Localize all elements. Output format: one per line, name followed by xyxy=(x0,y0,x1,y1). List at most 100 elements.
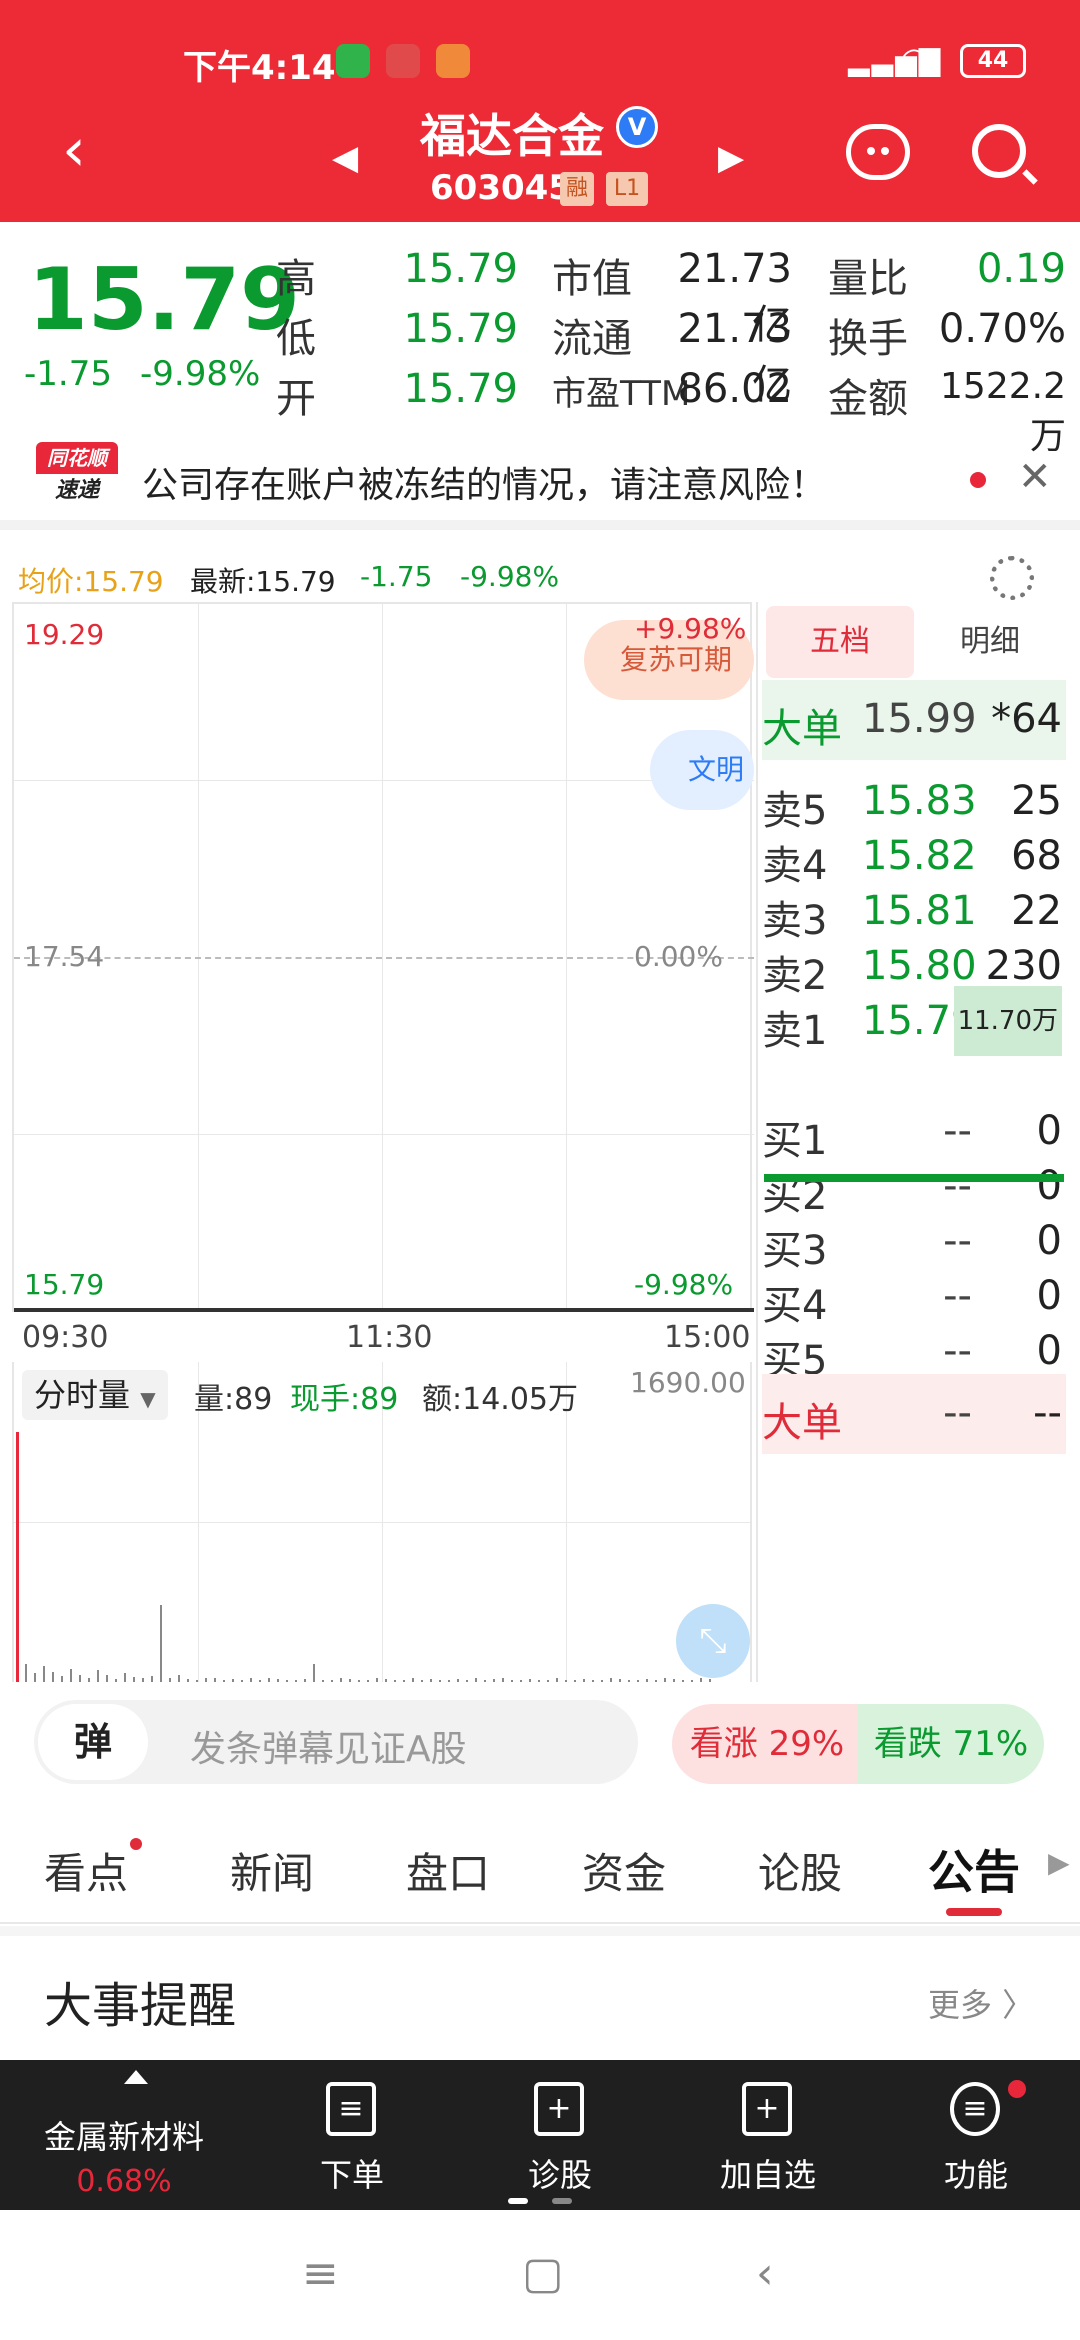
intraday-chart[interactable]: 19.29 17.54 15.79 0.00% -9.98% 复苏可期 +9.9… xyxy=(12,602,754,1312)
phone-app-icon xyxy=(336,44,370,78)
danmu-input[interactable]: 弹 发条弹幕见证A股 xyxy=(34,1700,638,1784)
search-icon[interactable] xyxy=(972,124,1026,178)
order-button[interactable]: ≡ 下单 xyxy=(252,2060,452,2210)
volume-bar xyxy=(376,1677,378,1682)
current-hand: 现手:89 xyxy=(290,1382,399,1417)
vote-up-button[interactable]: 看涨 29% xyxy=(672,1704,862,1784)
volume-bar xyxy=(196,1679,198,1682)
time-label: 11:30 xyxy=(346,1320,433,1355)
back-nav-icon[interactable]: ‹ xyxy=(756,2248,774,2299)
expand-icon[interactable]: ⤡ xyxy=(676,1604,750,1678)
open-value: 15.79 xyxy=(403,366,518,412)
big-sell-vol: *64 xyxy=(991,696,1062,742)
sector-pct: 0.68% xyxy=(76,2164,172,2199)
volume-bar xyxy=(673,1679,675,1682)
news-bubble[interactable]: 文明 xyxy=(650,730,754,810)
chevron-right-icon[interactable]: ▶ xyxy=(1048,1846,1070,1879)
pct-axis-mid: 0.00% xyxy=(634,940,723,973)
arrow-up-icon xyxy=(124,2070,148,2084)
diagnose-icon: + xyxy=(534,2082,584,2136)
volume-bar xyxy=(205,1678,207,1682)
settings-gear-icon[interactable] xyxy=(990,556,1034,600)
document-icon: ≡ xyxy=(326,2082,376,2136)
tab-five-levels[interactable]: 五档 xyxy=(766,606,914,678)
volume-bar xyxy=(574,1680,576,1682)
add-watchlist-button[interactable]: + 加自选 xyxy=(668,2060,868,2210)
volume-ratio-value: 0.19 xyxy=(976,246,1066,292)
volume-bar xyxy=(547,1679,549,1682)
close-icon[interactable]: ✕ xyxy=(1018,454,1052,500)
tab-news[interactable]: 新闻 xyxy=(230,1840,314,1901)
volume-bar xyxy=(61,1676,63,1682)
volume-bar xyxy=(88,1677,90,1682)
danmu-placeholder: 发条弹幕见证A股 xyxy=(190,1729,467,1770)
back-icon[interactable]: ‹ xyxy=(62,120,86,180)
volume-bar xyxy=(466,1680,468,1682)
volume-panel[interactable]: 分时量 ▼ 量:89 现手:89 额:14.05万 1690.00 xyxy=(12,1362,752,1682)
tab-funds[interactable]: 资金 xyxy=(582,1840,666,1901)
order-book-tabs: 五档 明细 xyxy=(766,606,1066,678)
big-buy-label: 大单 xyxy=(762,1400,842,1446)
risk-notice[interactable]: 同花顺 速递 公司存在账户被冻结的情况，请注意风险！ ✕ xyxy=(0,440,1080,530)
turnover-label: 换手 xyxy=(828,316,908,362)
tab-announcements[interactable]: 公告 xyxy=(928,1836,1020,1902)
tab-highlights[interactable]: 看点 xyxy=(44,1840,128,1901)
sector-indicator[interactable]: 金属新材料 0.68% xyxy=(24,2060,224,2210)
low-label: 低 xyxy=(276,316,316,362)
robot-icon[interactable] xyxy=(846,124,910,180)
volume-value: 量:89 xyxy=(194,1382,273,1417)
ask-vol: 11.70万 xyxy=(953,986,1062,1056)
menu-icon[interactable]: ≡ xyxy=(302,2248,339,2299)
volume-bar xyxy=(484,1679,486,1682)
volume-bar xyxy=(385,1679,387,1682)
volume-ratio-label: 量比 xyxy=(828,256,908,302)
bottom-action-bar: 金属新材料 0.68% ≡ 下单 + 诊股 + 加自选 ≡ 功能 xyxy=(0,2060,1080,2210)
diagnose-button[interactable]: + 诊股 xyxy=(460,2060,660,2210)
prev-stock-icon[interactable]: ◀ xyxy=(332,138,358,178)
tab-discussion[interactable]: 论股 xyxy=(758,1840,842,1901)
grid-line xyxy=(14,780,754,781)
volume-bar xyxy=(133,1676,135,1682)
home-icon[interactable]: ▢ xyxy=(522,2248,564,2299)
volume-bar xyxy=(223,1679,225,1682)
volume-bar xyxy=(322,1680,324,1682)
volume-bar xyxy=(367,1679,369,1682)
shop-app-icon xyxy=(436,44,470,78)
volume-bar xyxy=(187,1679,189,1682)
more-link[interactable]: 更多 〉 xyxy=(928,1980,1034,2026)
logo-bottom-text: 速递 xyxy=(36,474,118,508)
market-cap-label: 市值 xyxy=(552,256,632,302)
tab-detail[interactable]: 明细 xyxy=(916,606,1064,678)
volume-selector[interactable]: 分时量 ▼ xyxy=(22,1370,168,1420)
content-tabs: 看点 新闻 盘口 资金 论股 公告 ▶ xyxy=(0,1820,1080,1924)
volume-bar xyxy=(16,1432,19,1682)
volume-bar xyxy=(556,1678,558,1682)
volume-bar xyxy=(241,1680,243,1682)
volume-bar xyxy=(691,1680,693,1682)
volume-bar xyxy=(439,1680,441,1682)
level-tag: L1 xyxy=(606,172,648,206)
order-book-divider xyxy=(764,1174,1064,1182)
unread-dot xyxy=(970,472,986,488)
logo-top-text: 同花顺 xyxy=(36,442,118,474)
section-divider xyxy=(0,1926,1080,1936)
diagnose-label: 诊股 xyxy=(527,2156,592,2194)
app-header: 下午4:14 ▂▃▅▇ ◠ 44 ‹ ◀ 福达合金 V ▶ 603045 融 L… xyxy=(0,0,1080,222)
ask-label: 卖1 xyxy=(762,1008,828,1054)
vote-down-button[interactable]: 看跌 71% xyxy=(858,1704,1044,1784)
next-stock-icon[interactable]: ▶ xyxy=(718,138,744,178)
volume-bar xyxy=(259,1679,261,1682)
avg-price: 均价:15.79 xyxy=(18,565,164,598)
volume-bar xyxy=(565,1679,567,1682)
tab-order-flow[interactable]: 盘口 xyxy=(406,1840,490,1901)
functions-button[interactable]: ≡ 功能 xyxy=(876,2060,1076,2210)
volume-bar xyxy=(250,1678,252,1682)
page-indicator xyxy=(552,2198,572,2204)
tonghuashun-logo: 同花顺 速递 xyxy=(36,442,118,508)
volume-bar xyxy=(637,1680,639,1682)
volume-bar xyxy=(106,1675,108,1682)
grid-line xyxy=(14,1134,754,1135)
stock-app-icon xyxy=(386,44,420,78)
danmu-icon[interactable]: 弹 xyxy=(38,1704,148,1780)
volume-bar xyxy=(493,1679,495,1682)
